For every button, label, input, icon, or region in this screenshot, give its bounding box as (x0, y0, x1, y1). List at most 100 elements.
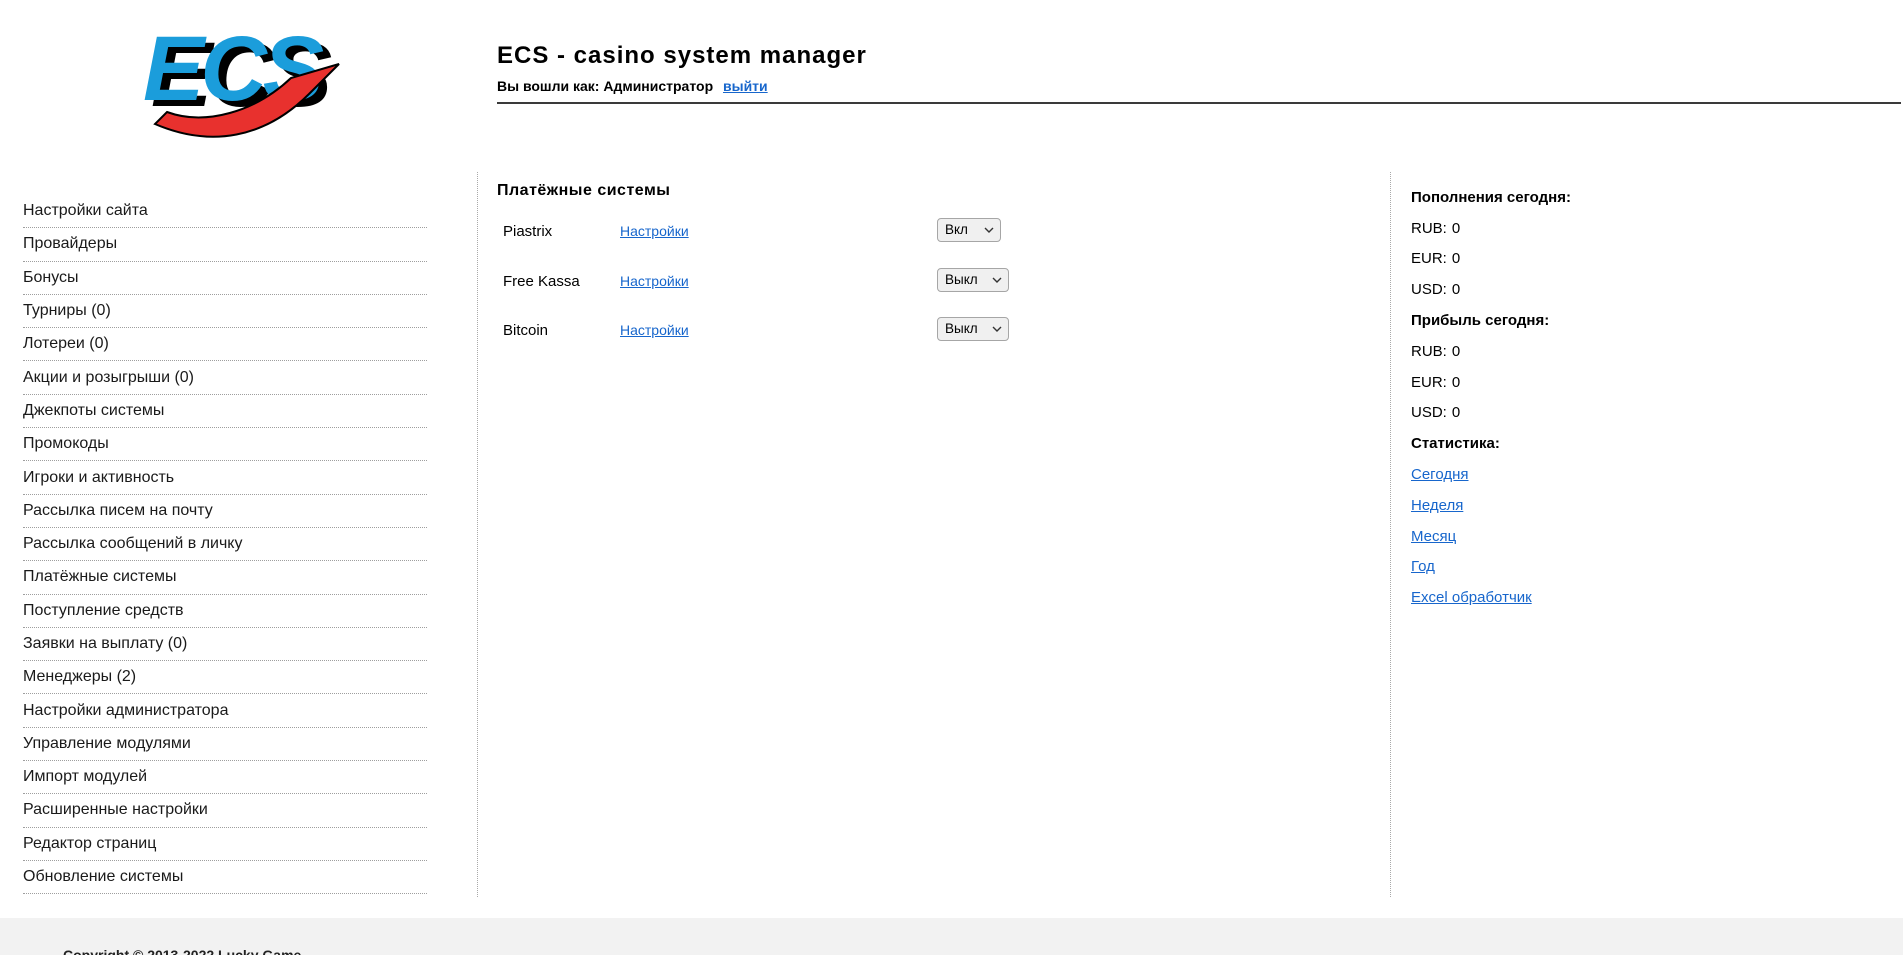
sidebar-menu-item[interactable]: Заявки на выплату (0) (23, 628, 427, 662)
sidebar-menu-item[interactable]: Акции и розыгрыши (0) (23, 361, 427, 395)
stats-link-row: Неделя (1411, 490, 1711, 521)
sidebar-menu-item[interactable]: Настройки сайта (23, 195, 427, 229)
sidebar-menu-item-label: Настройки администратора (23, 701, 229, 719)
sidebar-menu: Настройки сайта Провайдеры Бонусы Турнир… (23, 195, 427, 895)
sidebar-menu-item-label: Импорт модулей (23, 768, 148, 786)
stats-link-row: Месяц (1411, 521, 1711, 552)
stats-link[interactable]: Год (1411, 558, 1435, 575)
login-status-text: Вы вошли как: Администратор (497, 78, 714, 94)
currency-label: EUR: (1411, 250, 1447, 268)
currency-label: EUR: (1411, 373, 1447, 391)
sidebar-menu-item[interactable]: Редактор страниц (23, 828, 427, 861)
payment-settings-link[interactable]: Настройки (620, 322, 689, 338)
payment-state-select[interactable]: ВклВыкл (937, 317, 1009, 341)
currency-value: 0 (1451, 342, 1461, 360)
payment-state-select-wrap: ВклВыкл (937, 317, 1009, 341)
stats-section-heading: Прибыль сегодня: (1411, 312, 1550, 330)
stats-currency-row: RUB: 0 (1411, 213, 1711, 244)
payment-system-name: Free Kassa (503, 272, 580, 290)
stats-link-row: Excel обработчик (1411, 582, 1711, 613)
page-footer: Copyright © 2013-2022 Lucky Game (0, 918, 1903, 955)
sidebar-menu-item-label: Настройки сайта (23, 202, 148, 220)
sidebar-menu-item[interactable]: Рассылка писем на почту (23, 495, 427, 528)
sidebar-menu-item-label: Лотереи (0) (23, 335, 109, 353)
payment-systems-heading: Платёжные системы (497, 182, 671, 199)
sidebar-menu-item[interactable]: Поступление средств (23, 595, 427, 628)
main-statspanel-divider (1390, 172, 1391, 897)
stats-currency-row: RUB: 0 (1411, 336, 1711, 367)
sidebar-menu-item-label: Рассылка писем на почту (23, 501, 213, 519)
stats-currency-row: EUR: 0 (1411, 244, 1711, 275)
stats-link[interactable]: Сегодня (1411, 466, 1469, 483)
sidebar-menu-item-label: Джекпоты системы (23, 401, 165, 419)
sidebar-menu-item[interactable]: Рассылка сообщений в личку (23, 528, 427, 562)
currency-label: RUB: (1411, 219, 1447, 237)
sidebar-menu-item[interactable]: Менеджеры (2) (23, 661, 427, 695)
stats-section-heading: Пополнения сегодня: (1411, 188, 1571, 206)
sidebar-menu-item[interactable]: Настройки администратора (23, 694, 427, 728)
payment-system-row: Bitcoin Настройки ВклВыкл (503, 317, 1103, 344)
currency-value: 0 (1451, 373, 1461, 391)
currency-label: USD: (1411, 281, 1447, 299)
stats-currency-row: EUR: 0 (1411, 367, 1711, 398)
sidebar-menu-item[interactable]: Расширенные настройки (23, 794, 427, 828)
payment-system-name: Piastrix (503, 223, 553, 240)
currency-value: 0 (1451, 250, 1461, 268)
stats-currency-row: USD: 0 (1411, 274, 1711, 305)
ecs-logo[interactable]: ECS ECS (133, 18, 347, 152)
payment-state-select[interactable]: ВклВыкл (937, 267, 1009, 292)
ecs-logo-image: ECS ECS (143, 18, 340, 138)
currency-value: 0 (1451, 281, 1461, 299)
logout-link[interactable]: выйти (723, 78, 768, 94)
sidebar-menu-item[interactable]: Турниры (0) (23, 295, 427, 329)
sidebar-menu-item-label: Менеджеры (2) (23, 668, 137, 686)
payment-state-select-wrap: ВклВыкл (937, 218, 1001, 242)
stats-link-row: Год (1411, 552, 1711, 583)
currency-value: 0 (1451, 404, 1461, 422)
sidebar-menu-item-label: Управление модулями (23, 734, 191, 752)
sidebar-menu-item[interactable]: Управление модулями (23, 728, 427, 762)
sidebar-menu-item[interactable]: Игроки и активность (23, 461, 427, 495)
sidebar-menu-item[interactable]: Бонусы (23, 262, 427, 295)
sidebar-menu-item[interactable]: Платёжные системы (23, 561, 427, 595)
login-status: Вы вошли как: Администратор выйти (497, 78, 768, 94)
copyright-text: Copyright © 2013-2022 Lucky Game (63, 947, 302, 955)
sidebar-menu-item-label: Провайдеры (23, 235, 118, 253)
payment-system-name: Bitcoin (503, 322, 549, 339)
sidebar-menu-item-label: Поступление средств (23, 601, 184, 619)
sidebar-main-divider (477, 172, 478, 897)
header-divider (497, 102, 1901, 104)
sidebar-menu-item[interactable]: Обновление системы (23, 861, 427, 895)
currency-value: 0 (1451, 219, 1461, 237)
sidebar-menu-item-label: Промокоды (23, 435, 109, 453)
stats-panel: Пополнения сегодня: RUB: 0 EUR: 0 USD: 0… (1411, 182, 1711, 613)
stats-link-row: Сегодня (1411, 459, 1711, 490)
sidebar-menu-item[interactable]: Промокоды (23, 428, 427, 462)
sidebar-menu-item-label: Платёжные системы (23, 568, 177, 586)
sidebar-menu-item[interactable]: Провайдеры (23, 228, 427, 262)
stats-currency-row: USD: 0 (1411, 398, 1711, 429)
sidebar-menu-item-label: Редактор страниц (23, 834, 157, 852)
stats-section-heading: Статистика: (1411, 435, 1500, 453)
sidebar-menu-item-label: Рассылка сообщений в личку (23, 535, 243, 553)
sidebar-menu-item-label: Игроки и активность (23, 468, 175, 486)
currency-label: RUB: (1411, 342, 1447, 360)
payment-system-row: Piastrix Настройки ВклВыкл (503, 218, 1103, 245)
payment-settings-link[interactable]: Настройки (620, 223, 689, 239)
currency-label: USD: (1411, 404, 1447, 422)
sidebar-menu-item-label: Турниры (0) (23, 302, 111, 320)
payment-state-select-wrap: ВклВыкл (937, 267, 1009, 292)
sidebar-menu-item-label: Заявки на выплату (0) (23, 635, 188, 652)
payment-state-select[interactable]: ВклВыкл (937, 218, 1001, 242)
stats-link[interactable]: Excel обработчик (1411, 589, 1532, 606)
stats-link[interactable]: Месяц (1411, 528, 1456, 545)
sidebar-menu-item[interactable]: Джекпоты системы (23, 395, 427, 429)
payment-settings-link[interactable]: Настройки (620, 273, 689, 289)
payment-system-row: Free Kassa Настройки ВклВыкл (503, 267, 1103, 295)
stats-link[interactable]: Неделя (1411, 497, 1463, 514)
sidebar-menu-item-label: Расширенные настройки (23, 801, 208, 819)
sidebar-menu-item[interactable]: Лотереи (0) (23, 328, 427, 362)
page-title: ECS - casino system manager (497, 42, 867, 69)
sidebar-menu-item[interactable]: Импорт модулей (23, 761, 427, 795)
sidebar-menu-item-label: Обновление системы (23, 868, 184, 886)
